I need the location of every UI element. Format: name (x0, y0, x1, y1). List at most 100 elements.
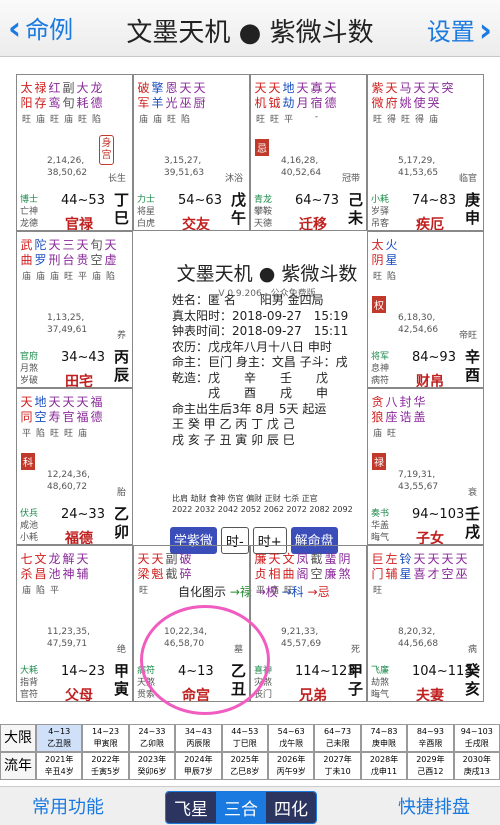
star-name: 廉贞 (254, 552, 267, 581)
daxian-cell-bottom: 丙辰限 (186, 739, 211, 748)
stem-branch: 丙辰 (114, 348, 130, 384)
star-name: 太阴 (371, 238, 384, 267)
daxian-cell[interactable]: 84~93 辛酉限 (407, 724, 454, 752)
star-brightness: 旺 (49, 429, 59, 439)
liunian-cell-top: 2027年 (323, 755, 352, 764)
changsheng-label: 长生 (107, 174, 126, 184)
star: 天刑庙 (48, 238, 61, 282)
daxian-cell[interactable]: 74~83 庚申限 (360, 724, 408, 752)
daxian-cell-bottom: 乙丑限 (47, 739, 72, 748)
liunian-cell[interactable]: 2021年 辛丑4岁 (36, 752, 83, 780)
settings-button[interactable]: 设置 › (427, 12, 492, 47)
shishen-labels: 比肩 劫财 食神 伤官 偏财 正财 七杀 正官 (172, 494, 318, 503)
liunian-cell[interactable]: 2026年 丙午9岁 (268, 752, 315, 780)
liunian-cell[interactable]: 2029年己酉12 (407, 752, 454, 780)
daxian-cell[interactable]: 34~43 丙辰限 (175, 724, 222, 752)
star: 天官旺 (62, 395, 75, 439)
tab-feixing[interactable]: 飞星 (166, 792, 216, 823)
age-list: 2,14,26, 38,50,62 (47, 156, 88, 178)
liunian-cell-bottom: 戊申11 (370, 767, 398, 776)
sihua-badge: 权 (372, 296, 386, 313)
star-brightness: 庙 (372, 429, 382, 439)
birth-info-line: 命主出生后3年 8月 5天 起运 (172, 401, 327, 416)
palace-cell-chou[interactable]: 天梁旺天魁副截破碎 10,22,34, 46,58,70 墓病符 天煞 贯索 4~13 命宫乙… (133, 545, 250, 702)
daxian-cell[interactable]: 24~33 乙卯限 (128, 724, 176, 752)
star-brightness: 庙 (91, 272, 101, 282)
star-brightness: - (314, 112, 319, 122)
star-brightness: 平 (77, 272, 87, 282)
age-range: 44~53 (61, 193, 105, 208)
star-brightness: 旺 (63, 272, 73, 282)
star-name: 天相 (268, 552, 281, 581)
palace-cell-zi[interactable]: 廉贞平天相庙文曲旺凤阁截空蜚廉阴煞 9,21,33, 45,57,69 死喜神 灾煞 丧门… (250, 545, 367, 702)
year-labels: 2022 2032 2042 2052 2062 2072 2082 2092 (172, 505, 353, 514)
birth-info-line: 王 癸 甲 乙 丙 丁 戊 己 (172, 417, 295, 431)
palace-cell-you[interactable]: 太阴旺火星陷权 6,18,30, 42,54,66 帝旺 将军 息神 病符 84~93 财帛辛酉 (367, 231, 484, 388)
spirit-label: 贯索 (137, 690, 156, 700)
daxian-cell[interactable]: 54~63 戊午限 (268, 724, 315, 752)
star: 凤阁 (296, 552, 309, 596)
palace-cell-chen[interactable]: 武曲庙陀罗庙天刑庙三台旺天贵平旬空庙天虚陷 1,13,25, 37,49,61 养官府… (16, 231, 133, 388)
star: 副旬庙 (62, 81, 75, 125)
palace-cell-wei[interactable]: 天机旺天钺旺地劫平天月寡宿 - 天德忌 4,16,28, 40,52,64 冠带 青龙 攀鞍天… (250, 74, 367, 231)
star-brightness: 旺 (386, 429, 396, 439)
palace-cell-wu[interactable]: 破军庙擎羊庙恩光旺天巫陷天厨 3,15,27, 39,51,63 沐浴 力士 将星 白虎 54… (133, 74, 250, 231)
changsheng-label: 死 (350, 645, 360, 655)
star-brightness: 陷 (91, 115, 101, 125)
palace-cell-xu[interactable]: 贪狼庙八座旺封诰华盖禄 7,19,31, 43,55,67 衰奏书 华盖 晦气 94~103… (367, 388, 484, 545)
liunian-cell[interactable]: 2027年 丁未10 (314, 752, 361, 780)
star-name: 天刑 (48, 238, 61, 267)
liunian-cell[interactable]: 2022年 壬寅5岁 (82, 752, 129, 780)
star-brightness: 旺 (255, 115, 265, 125)
liunian-cell-bottom: 甲辰7岁 (183, 767, 213, 776)
daxian-cell[interactable]: 14~23 甲寅限 (82, 724, 129, 752)
daxian-cell-bottom: 乙卯限 (139, 739, 164, 748)
daxian-cell[interactable]: 64~73 己未限 (314, 724, 361, 752)
star: 红鸾旺 (48, 81, 61, 125)
liunian-cell-bottom: 己酉12 (417, 767, 444, 776)
star: 火星陷 (385, 238, 398, 282)
liunian-cell[interactable]: 2025年 乙巳8岁 (221, 752, 268, 780)
star-name: 铃星 (399, 552, 412, 581)
star-brightness: 庙 (63, 115, 73, 125)
star: 三台旺 (62, 238, 75, 282)
daxian-cell[interactable]: 44~53 丁巳限 (221, 724, 268, 752)
liunian-cell[interactable]: 2023年 癸卯6岁 (128, 752, 176, 780)
daxian-cell[interactable]: 4~13 乙丑限 (36, 724, 83, 752)
star: 福德 (90, 395, 103, 439)
star: 廉贞平 (254, 552, 267, 596)
age-range: 84~93 (412, 350, 456, 365)
star: 阴煞 (338, 552, 351, 596)
age-range: 34~43 (61, 350, 105, 365)
quick-chart-button[interactable]: 快捷排盘 (398, 793, 470, 819)
star: 天哭庙 (427, 81, 440, 125)
star: 天钺旺 (268, 81, 281, 125)
shishen-row: 比肩 劫财 食神 伤官 偏财 正财 七杀 正官 2022 2032 2042 2… (172, 493, 353, 515)
star: 天寿旺 (48, 395, 61, 439)
star: 天月 (296, 81, 309, 125)
liunian-cell-top: 2029年 (416, 755, 445, 764)
star: 蜚廉 (324, 552, 337, 596)
liunian-cell[interactable]: 2024年 甲辰7岁 (175, 752, 222, 780)
common-functions-button[interactable]: 常用功能 (32, 793, 104, 819)
star-name: 天使 (413, 81, 426, 110)
palace-cell-shen[interactable]: 紫微旺天府得马姚旺天使得天哭庙突 5,17,29, 41,53,65 临官 小耗 岁驿 吊客… (367, 74, 484, 231)
palace-cell-si[interactable]: 太阳旺禄存庙红鸾旺副旬庙大耗旺龙德陷身宫 2,14,26, 38,50,62 长生 博士… (16, 74, 133, 231)
liunian-cell[interactable]: 2028年 戊申11 (360, 752, 408, 780)
star-name: 陀罗 (34, 238, 47, 267)
liunian-cell[interactable]: 2030年 庚戌13 (453, 752, 500, 780)
star-brightness: 庙 (49, 272, 59, 282)
star: 天喜 (413, 552, 426, 596)
daxian-cell[interactable]: 94~103 壬戌限 (453, 724, 500, 752)
birth-info-line: 乾造：戊 辛 壬 戊 (172, 370, 329, 385)
liunian-cell-top: 2023年 (137, 755, 167, 764)
tab-sihua[interactable]: 四化 (266, 792, 316, 823)
star-brightness: 旺 (372, 272, 382, 282)
age-list: 3,15,27, 39,51,63 (164, 156, 205, 178)
palace-cell-mao[interactable]: 天同平地空陷天寿旺天官旺天福庙福德科 12,24,36, 48,60,72 胎伏兵 咸池… (16, 388, 133, 545)
tab-sanhe[interactable]: 三合 (216, 792, 266, 823)
star-list: 巨门旺左辅铃星天喜天才天空天巫 (371, 552, 468, 596)
palace-name: 官禄 (65, 217, 93, 231)
palace-cell-yin[interactable]: 七杀庙文昌陷龙池平解神天辅 11,23,35, 47,59,71 绝大耗 指背 官符 14~… (16, 545, 133, 702)
palace-cell-hai[interactable]: 巨门旺左辅铃星天喜天才天空天巫 8,20,32, 44,56,68 病飞廉 劫煞 晦气 10… (367, 545, 484, 702)
